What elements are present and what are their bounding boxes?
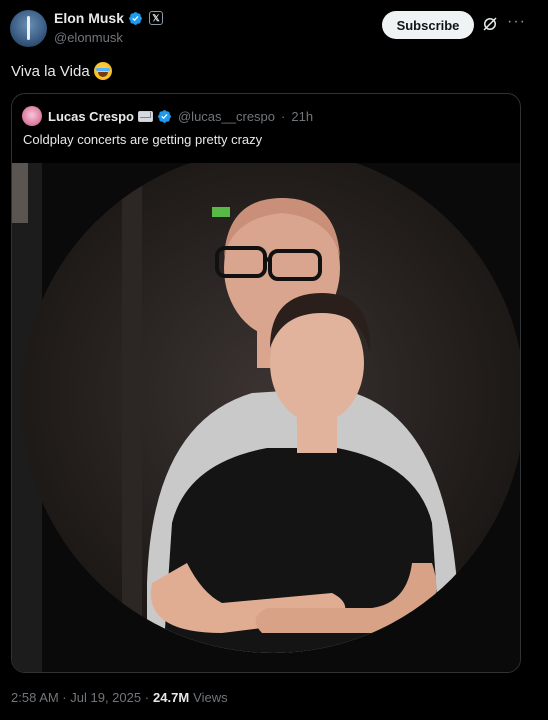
rocket-icon [27, 16, 30, 40]
tweet-text-content: Viva la Vida [11, 62, 90, 80]
author-name-row: Elon Musk 𝕏 [54, 10, 164, 26]
tweet-text: Viva la Vida [11, 62, 112, 80]
views-count: 24.7M [153, 690, 190, 705]
photo-illustration [12, 163, 520, 672]
quoted-author-handle[interactable]: @lucas__crespo [178, 109, 275, 124]
tweet-timestamp: 2:58 AM · Jul 19, 2025 · 24.7M Views [11, 690, 228, 705]
quoted-media-photo[interactable] [12, 163, 520, 672]
quoted-tweet-header: Lucas Crespo @lucas__crespo · 21h [22, 106, 313, 126]
author-handle[interactable]: @elonmusk [54, 30, 123, 45]
grok-icon[interactable] [481, 15, 499, 33]
quoted-author-avatar[interactable] [22, 106, 42, 126]
quoted-tweet-text: Coldplay concerts are getting pretty cra… [23, 132, 263, 147]
face-with-tears-of-joy-icon [93, 62, 112, 80]
timestamp-text[interactable]: 2:58 AM · Jul 19, 2025 · [11, 690, 149, 705]
quoted-tweet[interactable]: Lucas Crespo @lucas__crespo · 21h Coldpl… [11, 93, 521, 673]
more-options-icon[interactable]: ··· [507, 14, 526, 30]
subscribe-button[interactable]: Subscribe [382, 11, 474, 39]
verified-badge-icon [129, 11, 142, 25]
envelope-icon [137, 110, 153, 122]
quoted-time[interactable]: 21h [291, 109, 313, 124]
quoted-separator: · [281, 108, 286, 124]
author-avatar[interactable] [10, 10, 47, 47]
quoted-author-name[interactable]: Lucas Crespo [48, 109, 134, 124]
author-name[interactable]: Elon Musk [54, 10, 124, 26]
views-label: Views [193, 690, 228, 705]
verified-badge-icon [158, 109, 171, 123]
x-affiliation-badge: 𝕏 [149, 11, 164, 25]
